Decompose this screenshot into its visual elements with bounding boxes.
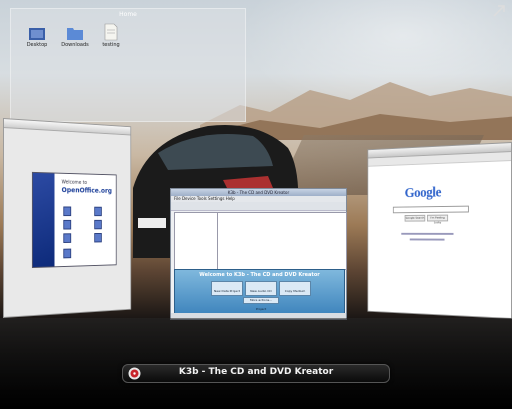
base-icon[interactable]	[63, 233, 72, 243]
google-links-line[interactable]	[409, 238, 445, 241]
k3b-welcome-panel: Welcome to K3b - The CD and DVD Kreator …	[174, 269, 345, 315]
desktop-folder-icon	[29, 28, 45, 40]
testing-file[interactable]: testing	[91, 23, 131, 48]
k3b-folder-tree[interactable]	[174, 212, 218, 270]
home-window[interactable]: Home Desktop Downloads testing	[10, 8, 246, 122]
downloads-folder-icon	[67, 28, 83, 40]
math-icon[interactable]	[94, 232, 102, 243]
templates-icon[interactable]	[63, 248, 72, 259]
downloads-folder[interactable]: Downloads	[55, 25, 95, 48]
writer-icon[interactable]	[63, 206, 72, 217]
google-search-button[interactable]: Google Search	[404, 214, 426, 222]
new-data-project-button[interactable]: New Data Project	[211, 281, 243, 296]
k3b-file-list[interactable]	[217, 212, 347, 270]
openoffice-brand: OpenOffice.org	[61, 186, 112, 195]
document-icon	[104, 23, 118, 41]
more-actions-button[interactable]: More actions...	[243, 297, 279, 304]
k3b-titlebar[interactable]: K3b - The CD and DVD Kreator	[171, 189, 346, 196]
google-logo: Google	[405, 185, 441, 202]
testing-file-label: testing	[102, 42, 120, 48]
impress-icon[interactable]	[63, 219, 72, 230]
k3b-toolbar[interactable]	[171, 202, 346, 211]
draw-icon[interactable]	[94, 219, 102, 230]
desktop-folder-label: Desktop	[26, 42, 48, 48]
openoffice-welcome: Welcome to	[61, 179, 88, 186]
browser-window[interactable]: Google Google Search I'm Feeling Lucky	[367, 142, 512, 319]
openoffice-start-center: Welcome to OpenOffice.org	[31, 171, 117, 269]
google-links-line[interactable]	[401, 232, 454, 235]
new-audio-cd-button[interactable]: New Audio CD Project	[245, 281, 277, 311]
google-logo-text: Google	[404, 184, 441, 201]
downloads-folder-label: Downloads	[61, 42, 89, 48]
google-search-input[interactable]	[392, 205, 469, 214]
desktop-folder[interactable]: Desktop	[17, 25, 57, 48]
calc-icon[interactable]	[94, 206, 102, 217]
openoffice-sidebar	[32, 172, 55, 268]
k3b-welcome-banner: Welcome to K3b - The CD and DVD Kreator	[199, 272, 320, 278]
caption-title: K3b - The CD and DVD Kreator	[178, 367, 334, 377]
home-window-title: Home	[119, 11, 137, 18]
k3b-window[interactable]: K3b - The CD and DVD Kreator File Device…	[170, 188, 347, 320]
copy-medium-button[interactable]: Copy Medium	[279, 281, 311, 296]
corner-control-icon[interactable]	[492, 4, 506, 18]
window-caption-bar: K3b - The CD and DVD Kreator	[122, 364, 390, 383]
openoffice-window[interactable]: Welcome to OpenOffice.org	[3, 118, 132, 318]
feeling-lucky-button[interactable]: I'm Feeling Lucky	[426, 214, 449, 224]
